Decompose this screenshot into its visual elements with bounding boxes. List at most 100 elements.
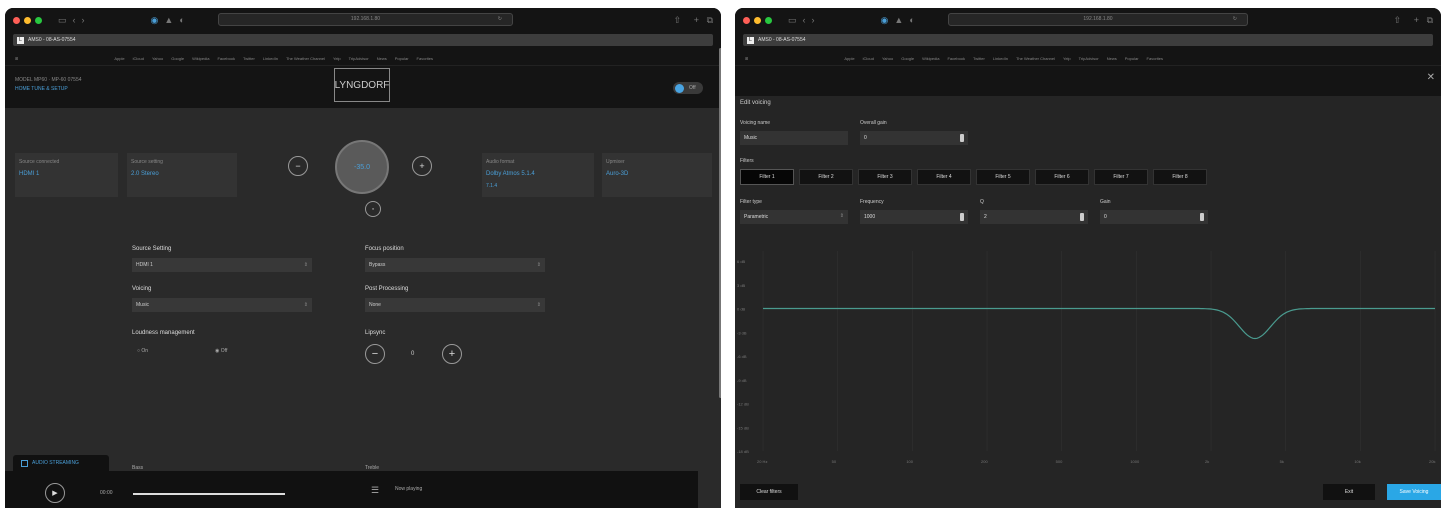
- bookmark[interactable]: Google: [901, 56, 914, 61]
- new-tab-icon[interactable]: +: [1414, 15, 1419, 25]
- bookmark[interactable]: iCloud: [863, 56, 874, 61]
- bookmark[interactable]: Wikipedia: [192, 56, 209, 61]
- audio-streaming-tab[interactable]: AUDIO STREAMING: [13, 455, 109, 471]
- eq-graph[interactable]: 6 dB 3 dB 0 dB -3 dB -6 dB -9 dB -12 dB -15 dB -…: [735, 251, 1441, 471]
- extension-icon[interactable]: ▲: [164, 15, 173, 25]
- voicing-name-input[interactable]: Music: [740, 131, 848, 145]
- privacy-icon[interactable]: ◉: [881, 15, 889, 25]
- minimize-window-button[interactable]: [24, 16, 31, 24]
- save-voicing-button[interactable]: Save Voicing: [1387, 484, 1441, 500]
- bookmark[interactable]: The Weather Channel: [286, 56, 325, 61]
- bookmark[interactable]: Facebook: [217, 56, 235, 61]
- bookmark[interactable]: Twitter: [973, 56, 985, 61]
- zoom-window-button[interactable]: [35, 16, 42, 24]
- close-icon[interactable]: ✕: [1427, 72, 1435, 83]
- filter-tab[interactable]: Filter 8: [1153, 169, 1207, 185]
- stepper-icon[interactable]: [960, 134, 964, 142]
- gain-input[interactable]: 0: [1100, 210, 1208, 224]
- loudness-off-radio[interactable]: ◉ Off: [215, 348, 227, 354]
- forward-icon[interactable]: ›: [812, 15, 815, 25]
- equalizer-icon[interactable]: ☰: [371, 485, 379, 496]
- filter-tab[interactable]: Filter 6: [1035, 169, 1089, 185]
- bookmark[interactable]: News: [1107, 56, 1117, 61]
- privacy-icon[interactable]: ◉: [151, 15, 159, 25]
- bookmark[interactable]: Popular: [1125, 56, 1139, 61]
- new-tab-icon[interactable]: +: [694, 15, 699, 25]
- minimize-window-button[interactable]: [754, 16, 761, 24]
- bookmark[interactable]: Twitter: [243, 56, 255, 61]
- close-window-button[interactable]: [743, 16, 750, 24]
- focus-position-select[interactable]: Bypass ⇕: [365, 258, 545, 272]
- bookmark[interactable]: News: [377, 56, 387, 61]
- sidebar-icon[interactable]: ▭: [58, 15, 67, 25]
- close-window-button[interactable]: [13, 16, 20, 24]
- mute-button[interactable]: ◦: [365, 201, 381, 217]
- bookmark[interactable]: LinkedIn: [263, 56, 278, 61]
- bookmark[interactable]: TripAdvisor: [349, 56, 369, 61]
- power-toggle[interactable]: Off: [673, 82, 703, 94]
- upmixer-card[interactable]: Upmixer Auro-3D: [602, 153, 712, 197]
- loudness-on-radio[interactable]: ○ On: [137, 348, 148, 354]
- bookmark[interactable]: Google: [171, 56, 184, 61]
- filter-tab[interactable]: Filter 4: [917, 169, 971, 185]
- filter-tab[interactable]: Filter 7: [1094, 169, 1148, 185]
- address-bar[interactable]: 192.168.1.80 ↻: [218, 13, 513, 26]
- exit-button[interactable]: Exit: [1323, 484, 1375, 500]
- frequency-input[interactable]: 1000: [860, 210, 968, 224]
- q-input[interactable]: 2: [980, 210, 1088, 224]
- share-icon[interactable]: ⇧: [1393, 15, 1401, 25]
- shield-icon[interactable]: ◐: [909, 15, 914, 25]
- stepper-icon[interactable]: [1080, 213, 1084, 221]
- bookmark[interactable]: Yahoo: [152, 56, 163, 61]
- bookmark[interactable]: Favorites: [417, 56, 433, 61]
- browser-tab[interactable]: L AMS0 - 08-AS-07554: [743, 34, 1433, 46]
- filter-type-select[interactable]: Parametric ⇕: [740, 210, 848, 224]
- shield-icon[interactable]: ◐: [179, 15, 184, 25]
- back-icon[interactable]: ‹: [73, 15, 76, 25]
- bookmark[interactable]: Apple: [844, 56, 854, 61]
- extension-icon[interactable]: ▲: [894, 15, 903, 25]
- volume-down-button[interactable]: −: [288, 156, 308, 176]
- filter-tab[interactable]: Filter 2: [799, 169, 853, 185]
- bookmark[interactable]: Favorites: [1147, 56, 1163, 61]
- audio-format-card[interactable]: Audio format Dolby Atmos 5.1.4 7.1.4: [482, 153, 594, 197]
- back-icon[interactable]: ‹: [803, 15, 806, 25]
- bookmark[interactable]: iCloud: [133, 56, 144, 61]
- bookmark[interactable]: Wikipedia: [922, 56, 939, 61]
- bookmark[interactable]: Facebook: [947, 56, 965, 61]
- tab-overview-icon[interactable]: ⧉: [707, 15, 713, 25]
- address-bar[interactable]: 192.168.1.80 ↻: [948, 13, 1248, 26]
- filter-tab[interactable]: Filter 5: [976, 169, 1030, 185]
- page-scrollbar[interactable]: [719, 48, 721, 398]
- bookmark[interactable]: TripAdvisor: [1079, 56, 1099, 61]
- lipsync-plus-button[interactable]: +: [442, 344, 462, 364]
- bookmark[interactable]: LinkedIn: [993, 56, 1008, 61]
- lipsync-minus-button[interactable]: −: [365, 344, 385, 364]
- progress-bar[interactable]: [133, 493, 285, 495]
- zoom-window-button[interactable]: [765, 16, 772, 24]
- volume-knob[interactable]: -35.0: [335, 140, 389, 194]
- browser-tab[interactable]: L AMS0 - 08-AS-07554: [13, 34, 713, 46]
- grid-icon[interactable]: ⊞: [745, 56, 748, 61]
- bookmark[interactable]: Apple: [114, 56, 124, 61]
- clear-filters-button[interactable]: Clear filters: [740, 484, 798, 500]
- reload-icon[interactable]: ↻: [1233, 14, 1237, 25]
- bookmark[interactable]: Yahoo: [882, 56, 893, 61]
- reload-icon[interactable]: ↻: [498, 14, 502, 25]
- tab-overview-icon[interactable]: ⧉: [1427, 15, 1433, 25]
- bookmark[interactable]: Yelp: [1063, 56, 1071, 61]
- play-button[interactable]: ▶: [45, 483, 65, 503]
- post-processing-select[interactable]: None ⇕: [365, 298, 545, 312]
- bookmark[interactable]: Yelp: [333, 56, 341, 61]
- source-setting-select[interactable]: HDMI 1 ⇕: [132, 258, 312, 272]
- stepper-icon[interactable]: [960, 213, 964, 221]
- source-setting-card[interactable]: Source setting 2.0 Stereo: [127, 153, 237, 197]
- filter-tab[interactable]: Filter 3: [858, 169, 912, 185]
- filter-tab[interactable]: Filter 1: [740, 169, 794, 185]
- share-icon[interactable]: ⇧: [673, 15, 681, 25]
- bookmark[interactable]: The Weather Channel: [1016, 56, 1055, 61]
- grid-icon[interactable]: ⊞: [15, 56, 18, 61]
- nav-links[interactable]: HOME TUNE & SETUP: [15, 85, 82, 94]
- bookmark[interactable]: Popular: [395, 56, 409, 61]
- forward-icon[interactable]: ›: [82, 15, 85, 25]
